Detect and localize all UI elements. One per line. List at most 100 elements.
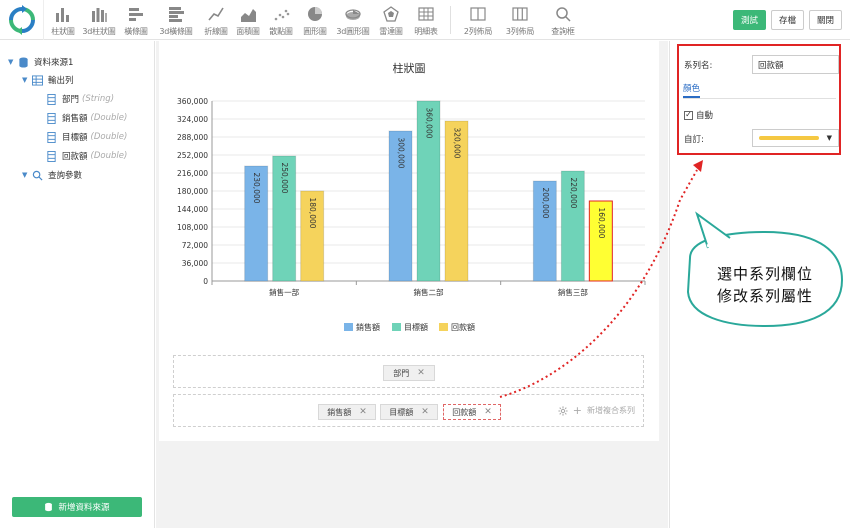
add-combo-series-button[interactable]: + 新增複合系列 — [558, 404, 635, 417]
query-params-label: 查詢參數 — [48, 171, 83, 181]
add-datasource-label: 新增資料來源 — [58, 503, 110, 513]
refresh-logo-icon — [8, 4, 35, 35]
datasource-label: 資料來源1 — [34, 58, 74, 68]
three-column-layout-tool[interactable]: 3列佈局 — [499, 0, 541, 40]
auto-color-checkbox[interactable]: ✓ 自動 — [684, 109, 713, 121]
datasource-panel: ▼ 資料來源1 ▼ 輸出列 部門 (String) 銷售額 (Double) 目標額 (D… — [0, 41, 155, 528]
y-tick-label: 180,000 — [177, 187, 208, 196]
series-drop-zone[interactable]: 銷售額 ✕ 目標額 ✕ 回款額 ✕ + 新增複合系列 — [173, 394, 644, 427]
tree-output-columns[interactable]: ▼ 輸出列 — [22, 73, 74, 87]
close-icon[interactable]: ✕ — [417, 368, 425, 378]
add-combo-label: 新增複合系列 — [587, 406, 635, 415]
field-icon — [47, 150, 56, 162]
series-chip-label: 回款額 — [452, 407, 477, 417]
data-label: 160,000 — [597, 207, 606, 238]
tool-label: 3d柱狀圖 — [82, 26, 116, 36]
gear-icon[interactable] — [558, 405, 568, 416]
test-button[interactable]: 測試 — [732, 10, 766, 30]
series-chip-target[interactable]: 目標額 ✕ — [380, 404, 438, 420]
annotation-text: 選中系列欄位 修改系列屬性 — [690, 263, 840, 307]
app-logo — [0, 0, 44, 40]
series-name-input[interactable]: 回款額 — [752, 55, 839, 74]
tool-label: 橫條圖 — [124, 26, 148, 36]
annotation-line-2: 修改系列屬性 — [716, 287, 813, 305]
top-actions: 測試 存檔 關閉 — [732, 10, 842, 30]
data-label: 250,000 — [280, 162, 289, 193]
legend-swatch — [344, 323, 353, 331]
scatter-chart-tool[interactable]: 散點圖 — [264, 0, 298, 40]
expand-arrow-icon[interactable]: ▼ — [8, 58, 18, 66]
3d-pie-chart-tool[interactable]: 3d圓形圖 — [332, 0, 374, 40]
legend-label: 銷售額 — [356, 322, 380, 332]
color-swatch — [759, 136, 819, 140]
area-chart-tool[interactable]: 面積圖 — [232, 0, 264, 40]
tool-label: 散點圖 — [269, 26, 293, 36]
tool-label: 3d橫條圖 — [159, 26, 193, 36]
annotation-line-1: 選中系列欄位 — [716, 265, 813, 283]
series-name-label: 系列名: — [684, 61, 713, 71]
y-tick-label: 324,000 — [177, 115, 208, 124]
close-icon[interactable]: ✕ — [484, 407, 492, 417]
data-label: 220,000 — [569, 177, 578, 208]
tree-field-item[interactable]: 目標額 (Double) — [46, 130, 127, 144]
query-box-tool[interactable]: 查詢框 — [541, 0, 585, 40]
field-icon — [47, 131, 56, 143]
close-icon[interactable]: ✕ — [359, 407, 367, 417]
save-button[interactable]: 存檔 — [770, 10, 804, 30]
design-canvas: 柱狀圖 0 36,000 72,000 108,000 144,000 180,000 21… — [156, 41, 668, 528]
y-tick-label: 36,000 — [182, 259, 208, 268]
chevron-down-icon[interactable]: ▼ — [827, 134, 832, 142]
two-column-layout-tool[interactable]: 2列佈局 — [457, 0, 499, 40]
category-chip[interactable]: 部門 ✕ — [383, 365, 435, 381]
search-icon — [32, 170, 43, 181]
two-column-icon — [470, 6, 486, 21]
y-tick-label: 360,000 — [177, 97, 208, 106]
category-drop-zone[interactable]: 部門 ✕ — [173, 355, 644, 388]
series-chip-payment[interactable]: 回款額 ✕ — [443, 404, 501, 420]
bar-chart-tool[interactable]: 柱狀圖 — [48, 0, 78, 40]
field-name: 銷售額 — [62, 114, 88, 124]
field-type: (String) — [82, 94, 115, 104]
field-name: 部門 — [62, 95, 80, 105]
tree-datasource[interactable]: ▼ 資料來源1 — [8, 55, 73, 69]
y-tick-label: 216,000 — [177, 169, 208, 178]
table-icon — [418, 6, 434, 21]
search-icon — [556, 6, 571, 22]
radar-chart-tool[interactable]: 雷達圖 — [374, 0, 408, 40]
tool-label: 面積圖 — [236, 26, 260, 36]
field-name: 回款額 — [62, 152, 88, 162]
tool-label: 2列佈局 — [463, 26, 493, 36]
close-button[interactable]: 關閉 — [808, 10, 842, 30]
database-icon — [45, 502, 53, 512]
series-chip-sales[interactable]: 銷售額 ✕ — [318, 404, 376, 420]
legend-label: 回款額 — [451, 322, 475, 332]
tool-label: 圓形圖 — [303, 26, 327, 36]
bar-chart: 0 36,000 72,000 108,000 144,000 180,000 216,00… — [177, 97, 646, 332]
tree-field-item[interactable]: 銷售額 (Double) — [46, 111, 127, 125]
custom-color-select[interactable]: ▼ — [752, 129, 839, 147]
detail-table-tool[interactable]: 明細表 — [408, 0, 444, 40]
tree-field-item[interactable]: 回款額 (Double) — [46, 149, 127, 163]
checkbox-checked-icon[interactable]: ✓ — [684, 110, 693, 120]
tree-query-params[interactable]: ▼ 查詢參數 — [22, 168, 82, 182]
radar-chart-icon — [383, 5, 399, 22]
3d-horizontal-bar-tool[interactable]: 3d橫條圖 — [152, 0, 200, 40]
tab-color[interactable]: 顏色 — [683, 82, 701, 98]
horizontal-bar-icon — [129, 7, 143, 21]
legend-swatch — [392, 323, 401, 331]
pie-chart-tool[interactable]: 圓形圖 — [298, 0, 332, 40]
y-tick-label: 144,000 — [177, 205, 208, 214]
horizontal-bar-tool[interactable]: 橫條圖 — [120, 0, 152, 40]
expand-arrow-icon[interactable]: ▼ — [22, 171, 32, 179]
close-icon[interactable]: ✕ — [421, 407, 429, 417]
output-columns-label: 輸出列 — [48, 76, 74, 86]
auto-color-label: 自動 — [696, 111, 714, 121]
3d-bar-chart-tool[interactable]: 3d柱狀圖 — [78, 0, 120, 40]
expand-arrow-icon[interactable]: ▼ — [22, 76, 32, 84]
x-tick-label: 銷售三部 — [558, 287, 588, 297]
tree-field-item[interactable]: 部門 (String) — [46, 92, 114, 106]
add-datasource-button[interactable]: 新增資料來源 — [12, 497, 142, 517]
y-tick-label: 0 — [203, 277, 208, 286]
y-tick-label: 72,000 — [182, 241, 208, 250]
line-chart-tool[interactable]: 折線圖 — [200, 0, 232, 40]
